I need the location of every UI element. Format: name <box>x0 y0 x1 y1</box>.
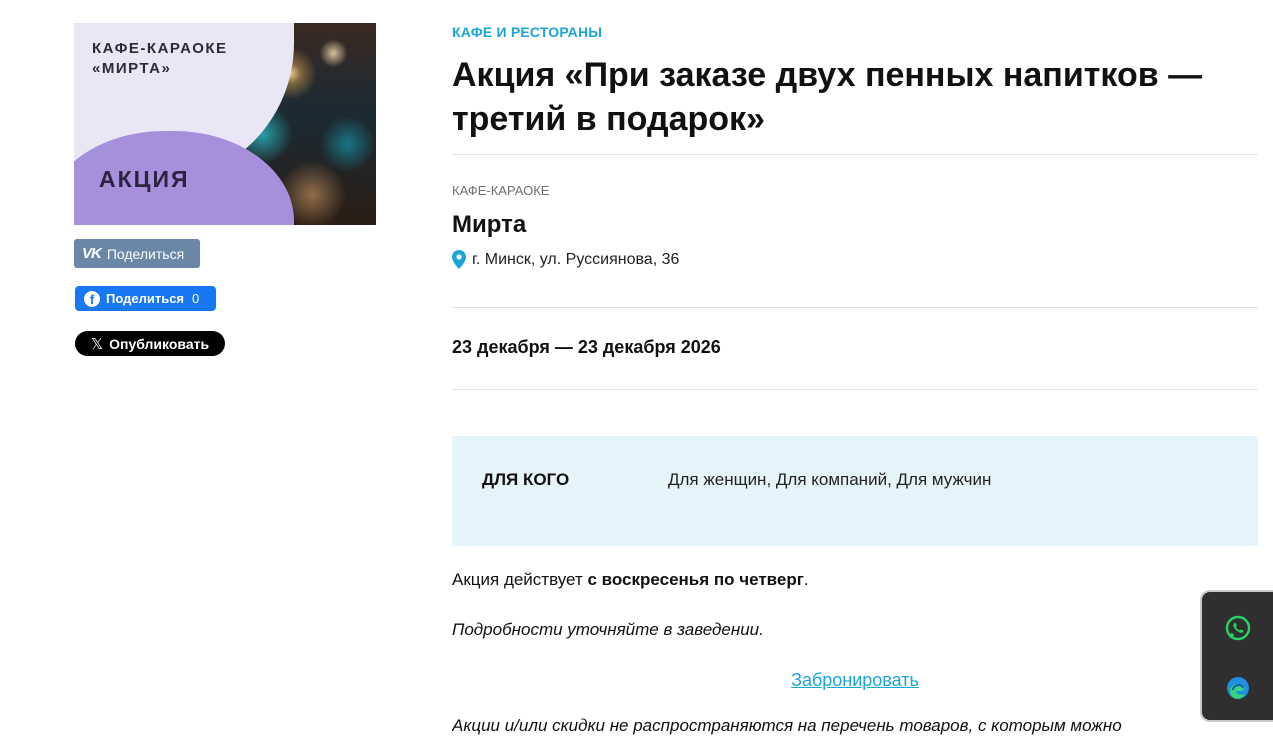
browser-button[interactable] <box>1224 674 1252 702</box>
venue-name-link[interactable]: Мирта <box>452 211 526 239</box>
details-note: Подробности уточняйте в заведении. <box>452 620 764 639</box>
whatsapp-button[interactable] <box>1224 614 1252 642</box>
facebook-share-count: 0 <box>192 291 200 306</box>
description-bold: с воскресенья по четверг <box>587 570 804 589</box>
target-label: ДЛЯ КОГО <box>482 470 570 489</box>
book-link-text[interactable]: Забронировать <box>791 670 919 690</box>
description-suffix: . <box>803 570 809 589</box>
floating-contact-panel <box>1200 590 1273 722</box>
vk-share-label: Поделиться <box>106 245 185 262</box>
disclaimer-text: Акции и/или скидки не распространяются н… <box>452 716 1122 735</box>
browser-icon <box>1227 677 1249 699</box>
address-text: г. Минск, ул. Руссиянова, 36 <box>472 250 680 268</box>
category-link[interactable]: КАФЕ И РЕСТОРАНЫ <box>452 24 602 40</box>
facebook-share-button[interactable]: f Поделиться 0 <box>75 286 216 311</box>
description-prefix: Акция действует <box>452 570 588 589</box>
divider <box>452 389 1258 390</box>
x-post-label: Опубликовать <box>109 335 210 352</box>
promo-dates: 23 декабря — 23 декабря 2026 <box>452 337 721 357</box>
x-post-button[interactable]: 𝕏 Опубликовать <box>75 331 225 356</box>
location-pin-icon <box>452 250 466 269</box>
target-value: Для женщин, Для компаний, Для мужчин <box>668 470 992 489</box>
venue-type: КАФЕ-КАРАОКЕ <box>452 183 550 198</box>
divider <box>452 154 1258 155</box>
promo-description: Акция действует с воскресенья по четверг… <box>452 570 809 590</box>
vk-icon: VK <box>82 245 102 262</box>
target-audience-box: ДЛЯ КОГО Для женщин, Для компаний, Для м… <box>452 436 1258 546</box>
book-link: Забронировать <box>452 670 1258 691</box>
whatsapp-icon <box>1225 615 1251 641</box>
facebook-share-label: Поделиться <box>106 291 185 306</box>
venue-address: г. Минск, ул. Руссиянова, 36 <box>452 250 679 269</box>
x-icon: 𝕏 <box>91 335 104 353</box>
facebook-icon: f <box>84 290 100 307</box>
image-badge-text: АКЦИЯ <box>99 166 190 192</box>
promo-image: КАФЕ-КАРАОКЕ «МИРТА» АКЦИЯ <box>74 23 376 225</box>
image-brand-text: КАФЕ-КАРАОКЕ «МИРТА» <box>92 40 228 77</box>
vk-share-button[interactable]: VK Поделиться <box>74 239 200 268</box>
page-title: Акция «При заказе двух пенных напитков —… <box>452 56 1203 138</box>
divider <box>452 307 1258 308</box>
